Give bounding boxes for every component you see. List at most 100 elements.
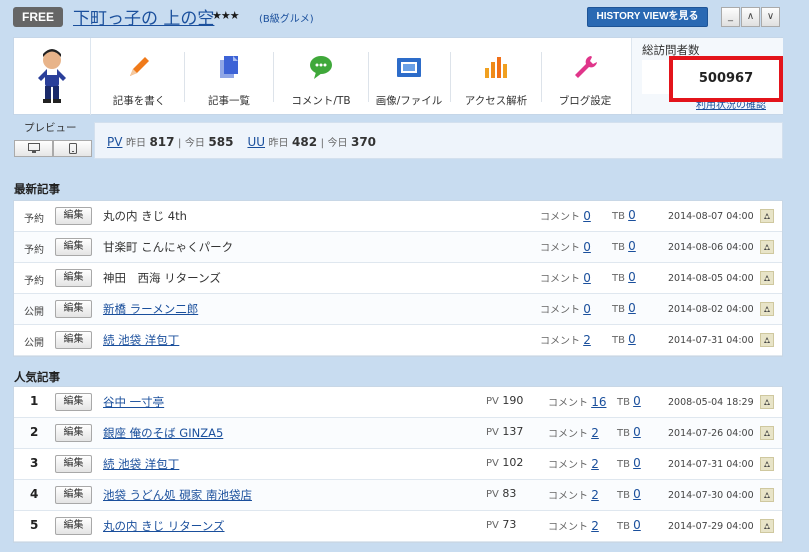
trackback-count: TB 0 [617, 487, 641, 501]
tb-label: TB [617, 490, 630, 501]
comment-label: コメント [540, 212, 580, 223]
minimize-button[interactable]: _ [721, 7, 740, 27]
post-date: 2014-08-07 04:00 [668, 211, 754, 222]
article-title[interactable]: 銀座 俺のそば GINZA5 [103, 425, 223, 441]
comment-count: コメント 2 [548, 456, 599, 471]
comment-label: コメント [540, 243, 580, 254]
action-label: コメント/TB [291, 95, 351, 107]
pv-link[interactable]: PV [107, 135, 122, 149]
trackback-count: TB 0 [617, 456, 641, 470]
post-date: 2008-05-04 18:29 [668, 397, 754, 408]
avatar-icon [38, 49, 66, 103]
comment-label: コメント [540, 305, 580, 316]
tb-count-link[interactable]: 0 [628, 301, 636, 315]
comments-tb-button[interactable]: コメント/TB [274, 38, 368, 114]
uu-today-value: 370 [350, 135, 377, 149]
bar-chart-icon [485, 57, 507, 78]
settings-icon[interactable] [760, 302, 774, 316]
status-badge: 予約 [24, 214, 44, 225]
pv-today-value: 585 [208, 135, 234, 149]
comment-count-link[interactable]: 0 [583, 240, 591, 254]
article-title[interactable]: 丸の内 きじ リターンズ [103, 518, 225, 534]
settings-icon[interactable] [760, 457, 774, 471]
trackback-count: TB 0 [612, 301, 636, 315]
blog-settings-button[interactable]: ブログ設定 [542, 38, 628, 114]
edit-button[interactable]: 編集 [55, 393, 92, 411]
pv-label: PV [486, 489, 499, 500]
comment-count-link[interactable]: 0 [583, 271, 591, 285]
uu-yesterday-label: 昨日 [268, 138, 289, 149]
article-title[interactable]: 池袋 うどん処 硯家 南池袋店 [103, 487, 252, 503]
settings-icon[interactable] [760, 519, 774, 533]
expand-down-button[interactable]: ∨ [761, 7, 780, 27]
trackback-count: TB 0 [612, 239, 636, 253]
avatar[interactable] [14, 38, 91, 115]
settings-icon[interactable] [760, 488, 774, 502]
history-view-button[interactable]: HISTORY VIEWを見る [587, 7, 708, 27]
settings-icon[interactable] [760, 271, 774, 285]
edit-button[interactable]: 編集 [55, 455, 92, 473]
post-date: 2014-07-30 04:00 [668, 490, 754, 501]
post-date: 2014-07-29 04:00 [668, 521, 754, 532]
settings-icon[interactable] [760, 426, 774, 440]
preview-pc-button[interactable] [14, 140, 53, 157]
edit-button[interactable]: 編集 [55, 238, 92, 256]
write-article-button[interactable]: 記事を書く [94, 38, 184, 114]
tb-count-link[interactable]: 0 [633, 425, 641, 439]
trackback-count: TB 0 [612, 270, 636, 284]
comment-count-link[interactable]: 0 [583, 209, 591, 223]
access-analytics-button[interactable]: アクセス解析 [451, 38, 541, 114]
post-date: 2014-07-26 04:00 [668, 428, 754, 439]
stats-separator: | [178, 138, 182, 149]
edit-button[interactable]: 編集 [55, 269, 92, 287]
article-title[interactable]: 続 池袋 洋包丁 [103, 456, 179, 472]
tb-count-link[interactable]: 0 [633, 394, 641, 408]
comment-count-link[interactable]: 2 [591, 457, 599, 471]
tb-count-link[interactable]: 0 [628, 270, 636, 284]
plan-badge: FREE [13, 7, 63, 27]
edit-button[interactable]: 編集 [55, 424, 92, 442]
collapse-up-button[interactable]: ∧ [741, 7, 760, 27]
tb-count-link[interactable]: 0 [628, 239, 636, 253]
edit-button[interactable]: 編集 [55, 300, 92, 318]
comment-count-link[interactable]: 2 [591, 426, 599, 440]
preview-mobile-button[interactable] [53, 140, 92, 157]
comment-label: コメント [548, 429, 588, 440]
tb-label: TB [612, 242, 625, 253]
comment-label: コメント [540, 336, 580, 347]
comment-count: コメント 0 [540, 301, 591, 316]
category-link[interactable]: (B級グルメ) [259, 10, 314, 25]
comment-label: コメント [548, 491, 588, 502]
settings-icon[interactable] [760, 209, 774, 223]
comment-count-link[interactable]: 2 [583, 333, 591, 347]
blog-title-link[interactable]: 下町っ子の 上の空 [73, 4, 214, 29]
comment-count-link[interactable]: 2 [591, 488, 599, 502]
edit-button[interactable]: 編集 [55, 517, 92, 535]
comment-count: コメント 2 [548, 425, 599, 440]
tb-count-link[interactable]: 0 [628, 208, 636, 222]
article-title[interactable]: 谷中 一寸亭 [103, 394, 164, 410]
tb-count-link[interactable]: 0 [633, 518, 641, 532]
article-title: 神田 西海 リターンズ [103, 271, 221, 285]
uu-link[interactable]: UU [247, 135, 265, 149]
trackback-count: TB 0 [617, 394, 641, 408]
comment-count-link[interactable]: 0 [583, 302, 591, 316]
comment-count-link[interactable]: 16 [591, 395, 606, 409]
comment-count: コメント 2 [548, 518, 599, 533]
comment-count: コメント 2 [548, 487, 599, 502]
settings-icon[interactable] [760, 240, 774, 254]
settings-icon[interactable] [760, 333, 774, 347]
tb-count-link[interactable]: 0 [633, 456, 641, 470]
tb-count-link[interactable]: 0 [628, 332, 636, 346]
stats-separator: | [320, 138, 324, 149]
comment-count-link[interactable]: 2 [591, 519, 599, 533]
settings-icon[interactable] [760, 395, 774, 409]
images-files-button[interactable]: 画像/ファイル [369, 38, 449, 114]
edit-button[interactable]: 編集 [55, 331, 92, 349]
article-list-button[interactable]: 記事一覧 [185, 38, 273, 114]
article-title[interactable]: 新橋 ラーメン二郎 [103, 301, 198, 317]
edit-button[interactable]: 編集 [55, 486, 92, 504]
tb-count-link[interactable]: 0 [633, 487, 641, 501]
article-title[interactable]: 続 池袋 洋包丁 [103, 332, 179, 348]
edit-button[interactable]: 編集 [55, 207, 92, 225]
